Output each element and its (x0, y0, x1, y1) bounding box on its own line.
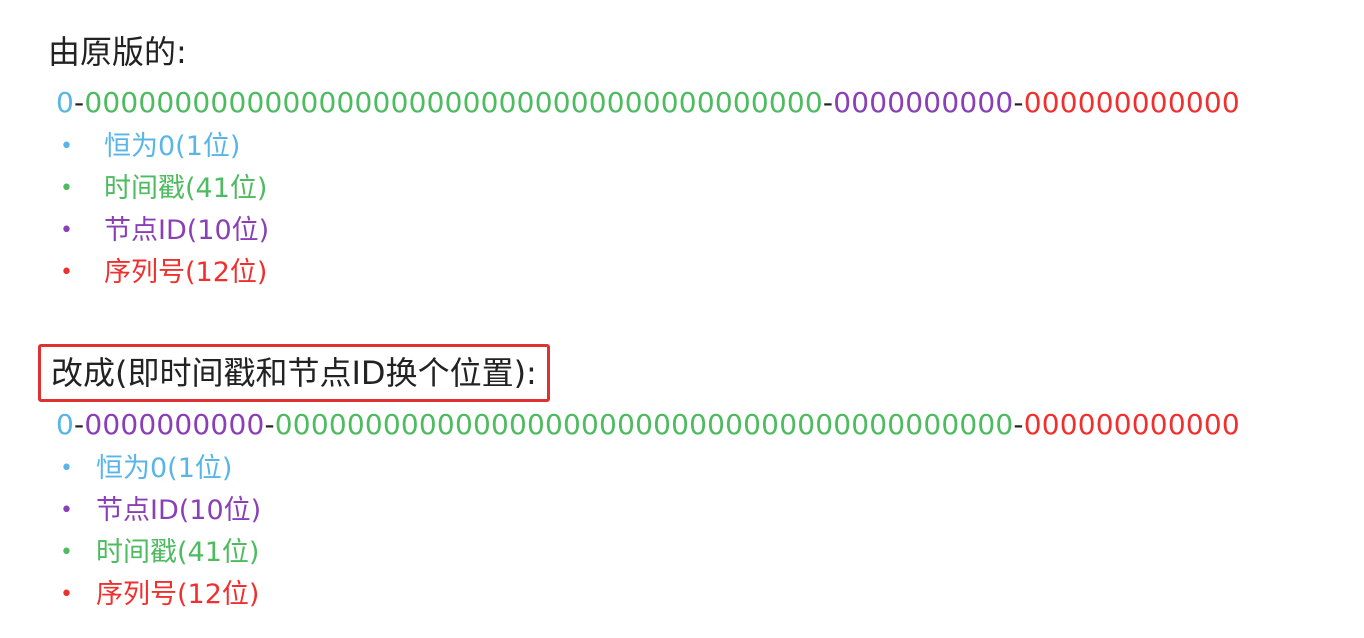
modified-layout-heading: 改成(即时间戳和节点ID换个位置): (38, 344, 550, 402)
bullet-icon: • (60, 218, 73, 243)
bit-group-node-id: 0000000000 (84, 408, 265, 441)
legend-item-label: 节点ID(10位) (104, 215, 270, 246)
bullet-icon: • (60, 540, 73, 565)
bit-separator: - (1013, 408, 1024, 441)
bullet-icon: • (60, 134, 73, 159)
bullet-icon: • (60, 176, 73, 201)
bit-separator: - (74, 408, 85, 441)
legend-item-sign: • 恒为0(1位) (60, 448, 261, 490)
bullet-icon: • (60, 260, 73, 285)
original-bit-layout: 0-00000000000000000000000000000000000000… (56, 83, 1240, 123)
bit-separator: - (1013, 86, 1024, 119)
bit-separator: - (264, 408, 275, 441)
legend-item-sequence: • 序列号(12位) (60, 574, 261, 616)
legend-item-label: 节点ID(10位) (96, 495, 262, 526)
legend-item-sign: • 恒为0(1位) (60, 126, 269, 168)
bullet-icon: • (60, 498, 73, 523)
legend-item-label: 时间戳(41位) (104, 173, 268, 204)
bullet-icon: • (60, 582, 73, 607)
bit-group-timestamp: 0000000000000000000000000000000000000000… (274, 408, 1014, 441)
legend-item-label: 序列号(12位) (104, 257, 268, 288)
bit-group-timestamp: 0000000000000000000000000000000000000000… (84, 86, 823, 119)
legend-item-node-id: • 节点ID(10位) (60, 210, 269, 252)
bit-group-sequence: 000000000000 (1023, 408, 1240, 441)
legend-item-node-id: • 节点ID(10位) (60, 490, 261, 532)
legend-item-label: 时间戳(41位) (96, 537, 260, 568)
bit-group-sequence: 000000000000 (1023, 86, 1240, 119)
legend-item-label: 恒为0(1位) (96, 453, 233, 484)
legend-item-label: 序列号(12位) (96, 579, 260, 610)
bit-separator: - (822, 86, 834, 119)
modified-bit-layout: 0-0000000000-000000000000000000000000000… (56, 405, 1240, 445)
bit-group-sign: 0 (56, 86, 75, 119)
legend-item-sequence: • 序列号(12位) (60, 252, 269, 294)
legend-item-label: 恒为0(1位) (104, 131, 241, 162)
legend-item-timestamp: • 时间戳(41位) (60, 532, 261, 574)
bullet-icon: • (60, 456, 73, 481)
bit-separator: - (74, 86, 85, 119)
original-layout-heading: 由原版的: (48, 33, 187, 71)
modified-legend-list: • 恒为0(1位) • 节点ID(10位) • 时间戳(41位) • 序列号(12位) (60, 448, 261, 616)
legend-item-timestamp: • 时间戳(41位) (60, 168, 269, 210)
bit-group-node-id: 0000000000 (833, 86, 1014, 119)
bit-group-sign: 0 (56, 408, 75, 441)
original-legend-list: • 恒为0(1位) • 时间戳(41位) • 节点ID(10位) • 序列号(12位) (60, 126, 269, 294)
